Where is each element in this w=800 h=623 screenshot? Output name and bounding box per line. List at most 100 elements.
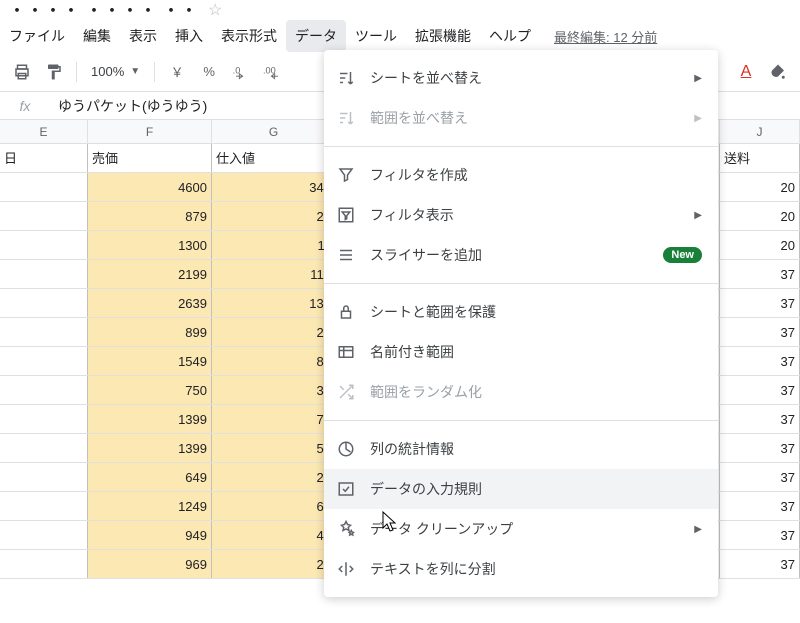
named-range-icon	[336, 342, 356, 362]
increase-decimal-button[interactable]: .00	[259, 58, 287, 86]
menu-format[interactable]: 表示形式	[212, 20, 286, 52]
cell[interactable]: 44	[212, 521, 336, 549]
cell[interactable]	[0, 231, 88, 259]
menu-view[interactable]: 表示	[120, 20, 166, 52]
cell[interactable]	[0, 376, 88, 404]
menu-data-validation[interactable]: データの入力規則	[324, 469, 718, 509]
menu-insert[interactable]: 挿入	[166, 20, 212, 52]
cell[interactable]: 969	[88, 550, 212, 578]
cell[interactable]: 37	[720, 521, 800, 549]
menu-filter-views[interactable]: フィルタ表示 ▶	[324, 195, 718, 235]
cell[interactable]: 22	[212, 550, 336, 578]
star-icon[interactable]: ☆	[208, 0, 222, 20]
col-header-e[interactable]: E	[0, 120, 88, 143]
cell[interactable]: 37	[720, 376, 800, 404]
cell[interactable]: 20	[720, 231, 800, 259]
percent-button[interactable]: %	[195, 58, 223, 86]
col-header-f[interactable]: F	[88, 120, 212, 143]
cell[interactable]: 2639	[88, 289, 212, 317]
decrease-decimal-button[interactable]: .0	[227, 58, 255, 86]
cell[interactable]: 949	[88, 521, 212, 549]
cell[interactable]: 899	[88, 318, 212, 346]
menu-randomize-range: 範囲をランダム化	[324, 372, 718, 412]
print-icon[interactable]	[8, 58, 36, 86]
paint-format-icon[interactable]	[40, 58, 68, 86]
cell[interactable]: 110	[212, 260, 336, 288]
menu-separator	[324, 283, 718, 284]
cell[interactable]: 37	[720, 260, 800, 288]
menu-edit[interactable]: 編集	[74, 20, 120, 52]
cell[interactable]: 22	[212, 318, 336, 346]
cell[interactable]: 22	[212, 202, 336, 230]
cell[interactable]: 37	[720, 434, 800, 462]
cell[interactable]: 340	[212, 173, 336, 201]
menu-add-slicer[interactable]: スライサーを追加 New	[324, 235, 718, 275]
cell[interactable]: 88	[212, 347, 336, 375]
cell[interactable]	[0, 405, 88, 433]
cell[interactable]: 132	[212, 289, 336, 317]
cell[interactable]: 1249	[88, 492, 212, 520]
menu-help[interactable]: ヘルプ	[480, 20, 540, 52]
header-cell[interactable]: 送料	[720, 144, 800, 172]
cell[interactable]	[0, 463, 88, 491]
menu-column-stats[interactable]: 列の統計情報	[324, 429, 718, 469]
menu-sort-sheet[interactable]: シートを並べ替え ▶	[324, 58, 718, 98]
cell[interactable]	[0, 434, 88, 462]
cell[interactable]: 37	[720, 289, 800, 317]
cell[interactable]	[0, 492, 88, 520]
cell[interactable]: 1549	[88, 347, 212, 375]
menu-create-filter[interactable]: フィルタを作成	[324, 155, 718, 195]
cell[interactable]: 2199	[88, 260, 212, 288]
menu-data[interactable]: データ	[286, 20, 346, 52]
cell[interactable]: 750	[88, 376, 212, 404]
cell[interactable]	[0, 202, 88, 230]
menu-named-ranges[interactable]: 名前付き範囲	[324, 332, 718, 372]
header-cell[interactable]: 売価	[88, 144, 212, 172]
cell[interactable]: 11	[212, 231, 336, 259]
menu-file[interactable]: ファイル	[0, 20, 74, 52]
filter-icon	[336, 165, 356, 185]
cell[interactable]	[0, 260, 88, 288]
header-cell[interactable]: 仕入値	[212, 144, 336, 172]
cell[interactable]: 33	[212, 376, 336, 404]
chevron-right-icon: ▶	[694, 524, 702, 535]
cell[interactable]	[0, 347, 88, 375]
cell[interactable]: 20	[720, 173, 800, 201]
menu-data-cleanup[interactable]: データ クリーンアップ ▶	[324, 509, 718, 549]
cell[interactable]: 55	[212, 434, 336, 462]
cell[interactable]: 37	[720, 347, 800, 375]
cell[interactable]	[0, 318, 88, 346]
text-color-button[interactable]: A	[732, 58, 760, 86]
header-cell[interactable]: 日	[0, 144, 88, 172]
menu-extensions[interactable]: 拡張機能	[406, 20, 480, 52]
cell[interactable]: 37	[720, 463, 800, 491]
cell[interactable]: 20	[720, 202, 800, 230]
cell[interactable]	[0, 521, 88, 549]
cell[interactable]: 37	[720, 318, 800, 346]
cell[interactable]: 1300	[88, 231, 212, 259]
menu-split-text[interactable]: テキストを列に分割	[324, 549, 718, 589]
currency-button[interactable]: ￥	[163, 58, 191, 86]
cell[interactable]: 37	[720, 550, 800, 578]
fill-color-button[interactable]	[764, 58, 792, 86]
cell[interactable]: 649	[88, 463, 212, 491]
col-header-j[interactable]: J	[720, 120, 800, 143]
cell[interactable]: 1399	[88, 405, 212, 433]
cell[interactable]: 1399	[88, 434, 212, 462]
cell[interactable]: 37	[720, 492, 800, 520]
cell[interactable]	[0, 289, 88, 317]
cell[interactable]: 4600	[88, 173, 212, 201]
cell[interactable]	[0, 550, 88, 578]
menu-tools[interactable]: ツール	[346, 20, 406, 52]
menu-item-label: 範囲をランダム化	[370, 382, 706, 402]
last-edit-link[interactable]: 最終編集: 12 分前	[554, 27, 657, 46]
cell[interactable]: 77	[212, 405, 336, 433]
cell[interactable]: 22	[212, 463, 336, 491]
col-header-g[interactable]: G	[212, 120, 336, 143]
cell[interactable]: 66	[212, 492, 336, 520]
cell[interactable]: 37	[720, 405, 800, 433]
cell[interactable]: 879	[88, 202, 212, 230]
menu-protect-sheet[interactable]: シートと範囲を保護	[324, 292, 718, 332]
cell[interactable]	[0, 173, 88, 201]
zoom-selector[interactable]: 100% ▼	[85, 64, 146, 79]
